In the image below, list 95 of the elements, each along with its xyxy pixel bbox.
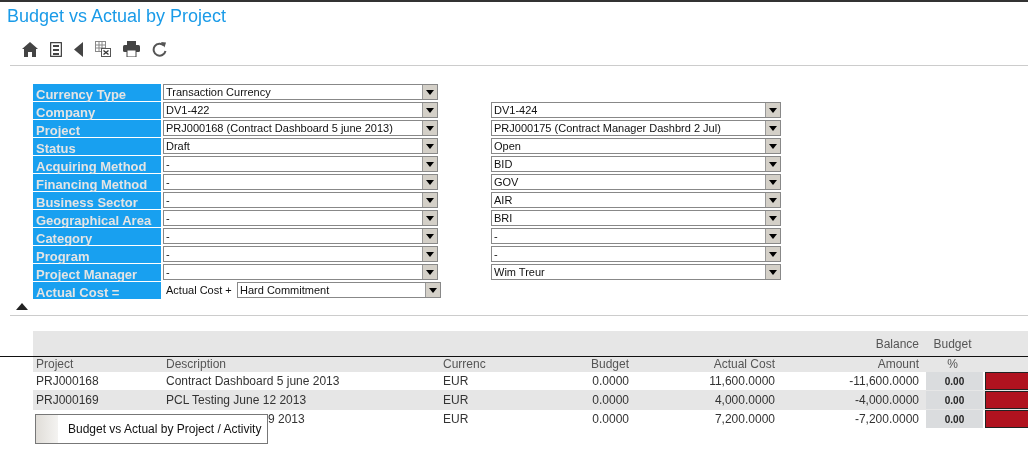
filter-label: Actual Cost = [33,281,161,299]
caret-icon [426,269,434,275]
caret-icon [426,215,434,221]
caret-icon [769,107,777,113]
table-cell: -4,000.0000 [854,393,919,407]
column-header: Balance [875,336,919,351]
caret-icon [769,251,777,257]
filter-label: Geographical Area [33,209,161,227]
excel-export-icon[interactable] [95,41,111,57]
table-cell: 0.00 [926,372,983,390]
dropdown[interactable]: - [491,228,781,244]
dropdown[interactable]: - [163,192,438,208]
table-cell: PRJ000169 [36,393,99,407]
caret-icon [426,233,434,239]
filter-label: Status [33,137,161,155]
caret-icon [426,89,434,95]
table-cell: EUR [443,393,469,407]
formula-text: Actual Cost + [165,284,233,296]
table-cell: 0.0000 [592,374,629,388]
column-header: Description [166,357,227,371]
back-icon[interactable] [74,41,83,57]
filter-label: Project Manager [33,263,161,281]
filter-label: Acquiring Method [33,155,161,173]
dropdown[interactable]: Hard Commitment [237,282,441,298]
table-cell: -11,600.0000 [849,374,919,388]
table-cell: -7,200.0000 [854,412,919,426]
dropdown[interactable]: PRJ000175 (Contract Manager Dashbrd 2 Jul) [491,120,781,136]
caret-icon [769,161,777,167]
table-cell: EUR [443,374,469,388]
caret-icon [426,251,434,257]
caret-icon [769,179,777,185]
filter-label: Company [33,101,161,119]
home-icon[interactable] [22,41,38,57]
caret-icon [769,269,777,275]
dropdown[interactable]: - [491,246,781,262]
tooltip: Budget vs Actual by Project / Activity [35,414,268,444]
table-cell: 0.00 [926,410,983,428]
dropdown[interactable]: - [163,210,438,226]
dropdown[interactable]: - [163,264,438,280]
table-cell: 0.0000 [592,412,629,426]
list-icon[interactable] [50,41,62,57]
caret-icon [426,161,434,167]
filter-label: Category [33,227,161,245]
filter-label: Financing Method [33,173,161,191]
dropdown[interactable]: GOV [491,174,781,190]
column-header: Actual Cost [713,357,775,371]
caret-icon [426,107,434,113]
caret-icon [426,179,434,185]
caret-icon [769,197,777,203]
caret-icon [769,143,777,149]
caret-icon [769,125,777,131]
column-header: Budget [933,336,972,351]
table-cell: 7,200.0000 [714,412,775,426]
filter-label: Currency Type [33,83,161,101]
table-cell: 9 2013 [268,412,305,426]
dropdown[interactable]: DV1-424 [491,102,781,118]
caret-icon [426,125,434,131]
column-header: Project [36,357,74,371]
page-title: Budget vs Actual by Project [7,5,227,28]
table-cell: 4,000.0000 [714,393,775,407]
caret-icon [426,197,434,203]
refresh-icon[interactable] [152,41,167,57]
dropdown[interactable]: BID [491,156,781,172]
dropdown[interactable]: Transaction Currency [163,84,438,100]
filter-label: Business Sector [33,191,161,209]
column-header: Amount [877,357,919,371]
dropdown[interactable]: - [163,228,438,244]
dropdown[interactable]: - [163,156,438,172]
table-cell: EUR [443,412,469,426]
filter-label: Project [33,119,161,137]
dropdown[interactable]: Wim Treur [491,264,781,280]
caret-icon [769,233,777,239]
table-cell: PCL Testing June 12 2013 [166,393,307,407]
print-icon[interactable] [123,41,140,57]
caret-icon [429,287,437,293]
dropdown[interactable]: BRI [491,210,781,226]
caret-icon [426,143,434,149]
dropdown[interactable]: DV1-422 [163,102,438,118]
column-header: % [947,357,958,371]
table-cell: 0.0000 [592,393,629,407]
dropdown[interactable]: - [163,174,438,190]
dropdown[interactable]: AIR [491,192,781,208]
table-cell: 0.00 [926,391,983,409]
table-cell: Contract Dashboard 5 june 2013 [166,374,340,388]
table-cell: 11,600.0000 [709,374,775,388]
table-cell: PRJ000168 [36,374,99,388]
filter-label: Program [33,245,161,263]
dropdown[interactable]: Open [491,138,781,154]
caret-icon [769,215,777,221]
dropdown[interactable]: PRJ000168 (Contract Dashboard 5 june 2013) [163,120,438,136]
dropdown[interactable]: Draft [163,138,438,154]
column-header: Currenc [443,357,486,371]
collapse-icon[interactable] [16,303,28,310]
column-header: Budget [590,357,629,371]
dropdown[interactable]: - [163,246,438,262]
